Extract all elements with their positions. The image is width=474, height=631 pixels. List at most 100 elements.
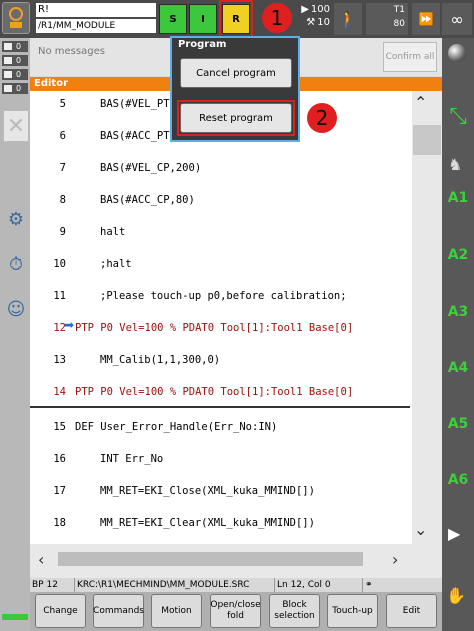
user-icon[interactable]: ☺ [3, 295, 29, 323]
code-line[interactable]: 8 BAS(#ACC_CP,80) [30, 184, 412, 216]
line-number: 15 [53, 421, 66, 433]
commands-button[interactable]: Commands [93, 594, 144, 628]
tool-label: T1 [393, 5, 405, 15]
program-editor[interactable]: 5 BAS(#VEL_PTP,100) 6 BAS(#ACC_PTP,100) 7 BAS… [30, 91, 412, 544]
line-code: MM_Calib(1,1,300,0) [100, 354, 221, 366]
line-code: MM_RET=EKI_Clear(XML_kuka_MMIND[]) [100, 517, 315, 529]
start-icon[interactable]: ▶ [448, 524, 460, 543]
line-code: halt [100, 226, 126, 238]
line-code: PTP P0 Vel=100 % PDAT0 Tool[1]:Tool1 Bas… [75, 386, 354, 398]
power-status-led [2, 614, 28, 620]
popup-title: Program [178, 39, 227, 50]
io-indicator: 0 [2, 69, 28, 80]
scroll-left-icon[interactable]: ‹ [38, 550, 44, 569]
io-indicator: 0 [2, 41, 28, 52]
vertical-scrollbar[interactable] [412, 91, 442, 544]
line-number: 11 [53, 290, 66, 302]
code-line[interactable]: 12 PTP P0 Vel=100 % PDAT0 Tool[1]:Tool1 B… [30, 312, 412, 344]
motion-button[interactable]: Motion [151, 594, 202, 628]
cancel-program-button[interactable]: Cancel program [180, 58, 292, 88]
kuka-logo-button[interactable] [2, 2, 30, 34]
edit-button[interactable]: Edit [386, 594, 437, 628]
override-indicator[interactable]: ▶ 100 ⚒ 10 [288, 3, 330, 35]
change-button[interactable]: Change [35, 594, 86, 628]
jog-override-value: 10 [317, 17, 330, 28]
line-code: BAS(#ACC_CP,80) [100, 194, 195, 206]
line-code: PTP P0 Vel=100 % PDAT0 Tool[1]:Tool1 Bas… [75, 322, 354, 334]
axis-a3-key[interactable]: A3 [444, 297, 472, 327]
gear-status-icon[interactable]: ⚙ [3, 205, 29, 233]
line-code: ;halt [100, 258, 132, 270]
code-line[interactable]: 10 ;halt [30, 248, 412, 280]
editor-status-line: BP 12 KRC:\R1\MECHMIND\MM_MODULE.SRC Ln … [30, 578, 442, 592]
axis-a1-key[interactable]: A1 [444, 183, 472, 213]
annotation-badge-2: 2 [307, 103, 337, 133]
code-line[interactable]: 18 MM_RET=EKI_Clear(XML_kuka_MMIND[]) [30, 507, 412, 539]
line-number: 6 [59, 130, 66, 142]
code-line[interactable]: 16 INT Err_No [30, 443, 412, 475]
robot-arm-icon [9, 7, 23, 28]
code-line[interactable]: 15 DEF User_Error_Handle(Err_No:IN) [30, 411, 412, 443]
line-code: MM_RET=EKI_Close(XML_kuka_MMIND[]) [100, 485, 315, 497]
line-number: 18 [53, 517, 66, 529]
hand-icon[interactable]: ✋ [446, 586, 466, 605]
scroll-right-icon[interactable]: › [392, 550, 398, 569]
scroll-up-icon[interactable]: ⌃ [414, 93, 427, 112]
horizontal-scroll-thumb[interactable] [58, 552, 363, 566]
jog-icon: ⚒ [306, 17, 316, 28]
line-code: INT Err_No [100, 453, 164, 465]
robot-jog-icon[interactable]: ♞ [448, 155, 462, 174]
line-number: 13 [53, 354, 66, 366]
link-icon: ⚭ [365, 580, 373, 590]
vertical-scroll-thumb[interactable] [413, 125, 441, 155]
axis-a2-key[interactable]: A2 [444, 240, 472, 270]
submit-interpreter-button[interactable]: S [159, 4, 187, 34]
line-number: 7 [59, 162, 66, 174]
axis-a4-key[interactable]: A4 [444, 353, 472, 383]
tool-value: 80 [393, 19, 405, 29]
line-number: 10 [53, 258, 66, 270]
line-number: 17 [53, 485, 66, 497]
block-pointer-status: BP 12 [30, 578, 75, 592]
axis-a6-key[interactable]: A6 [444, 465, 472, 495]
walking-person-icon[interactable]: 🚶 [334, 3, 362, 35]
file-path-status: KRC:\R1\MECHMIND\MM_MODULE.SRC [75, 578, 275, 592]
infinity-icon[interactable]: ∞ [442, 3, 472, 35]
rotation-arrows-icon[interactable]: ⤡ [444, 86, 472, 146]
run-mode-icon[interactable]: ⏩ [412, 3, 440, 35]
code-line[interactable]: 13 MM_Calib(1,1,300,0) [30, 344, 412, 376]
code-line[interactable]: 7 BAS(#VEL_CP,200) [30, 152, 412, 184]
block-selection-button[interactable]: Block selection [269, 594, 320, 628]
override-value: 100 [310, 4, 330, 15]
program-pointer-arrow-icon: ➡ [64, 318, 75, 332]
clock-icon[interactable]: ⏱ [3, 250, 29, 278]
cursor-position-status: Ln 12, Col 0 [275, 578, 363, 592]
code-line[interactable]: 9 halt [30, 216, 412, 248]
code-line[interactable]: 11 ;Please touch-up p0,before calibration… [30, 280, 412, 312]
axis-a5-key[interactable]: A5 [444, 409, 472, 439]
message-text: No messages [38, 46, 105, 57]
line-number: 16 [53, 453, 66, 465]
line-number: 14 [53, 386, 66, 398]
code-line[interactable]: 17 MM_RET=EKI_Close(XML_kuka_MMIND[]) [30, 475, 412, 507]
scroll-down-icon[interactable]: ⌄ [414, 520, 427, 539]
line-number: 5 [59, 98, 66, 110]
fold-divider [30, 406, 410, 408]
highlight-box-reset [177, 100, 295, 136]
code-line[interactable]: 14 PTP P0 Vel=100 % PDAT0 Tool[1]:Tool1 B… [30, 376, 412, 408]
line-code: ;Please touch-up p0,before calibration; [100, 290, 347, 302]
module-path-field: /R1/MM_MODULE [36, 19, 156, 33]
drives-button[interactable]: I [189, 4, 217, 34]
play-icon: ▶ [301, 4, 309, 15]
close-icon[interactable]: ✕ [3, 110, 29, 142]
touch-up-button[interactable]: Touch-up [327, 594, 378, 628]
line-number: 9 [59, 226, 66, 238]
line-code: BAS(#VEL_CP,200) [100, 162, 202, 174]
io-indicator: 0 [2, 83, 28, 94]
tool-base-indicator[interactable]: T1 80 [366, 3, 408, 35]
line-number: 8 [59, 194, 66, 206]
open-close-fold-button[interactable]: Open/close fold [210, 594, 261, 628]
space-mouse-icon[interactable] [448, 44, 466, 62]
confirm-all-button[interactable]: Confirm all [383, 42, 437, 72]
robot-name-field: R! [36, 3, 156, 17]
